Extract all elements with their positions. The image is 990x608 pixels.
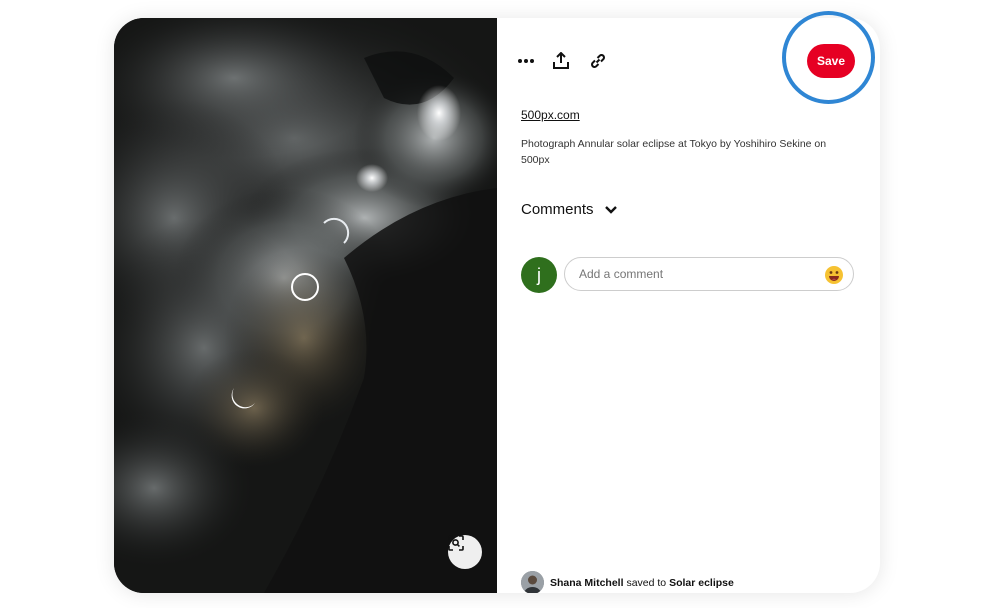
visual-search-button[interactable] [448, 535, 482, 569]
more-horizontal-icon [518, 59, 534, 63]
eclipse-photo [114, 18, 497, 593]
pin-image[interactable] [114, 18, 497, 593]
saved-by-row: Shana Mitchell saved to Solar eclipse [521, 571, 734, 593]
save-button[interactable]: Save [807, 44, 855, 78]
emoji-icon[interactable] [824, 265, 844, 285]
more-button[interactable] [517, 48, 553, 74]
comments-title: Comments [521, 201, 594, 218]
source-link[interactable]: 500px.com [521, 108, 580, 122]
comment-input[interactable] [577, 266, 821, 282]
link-icon [591, 54, 605, 68]
pin-toolbar [517, 49, 625, 73]
share-upload-icon [553, 52, 569, 69]
saver-name[interactable]: Shana Mitchell [550, 577, 624, 589]
chevron-down-icon [604, 205, 617, 214]
pin-card: Save 500px.com Photograph Annular solar … [114, 18, 880, 593]
current-user-avatar[interactable]: j [521, 257, 557, 293]
pin-details-panel: Save 500px.com Photograph Annular solar … [497, 18, 880, 593]
visual-search-icon [448, 535, 464, 551]
saved-to-text: saved to [626, 576, 667, 589]
saver-avatar[interactable] [521, 571, 544, 593]
comments-toggle[interactable]: Comments [521, 201, 618, 218]
copy-link-button[interactable] [589, 48, 625, 74]
pin-description: Photograph Annular solar eclipse at Toky… [521, 138, 827, 166]
board-name[interactable]: Solar eclipse [669, 577, 734, 589]
share-button[interactable] [553, 48, 589, 74]
person-photo-icon [521, 571, 544, 593]
comment-box[interactable] [564, 257, 854, 291]
